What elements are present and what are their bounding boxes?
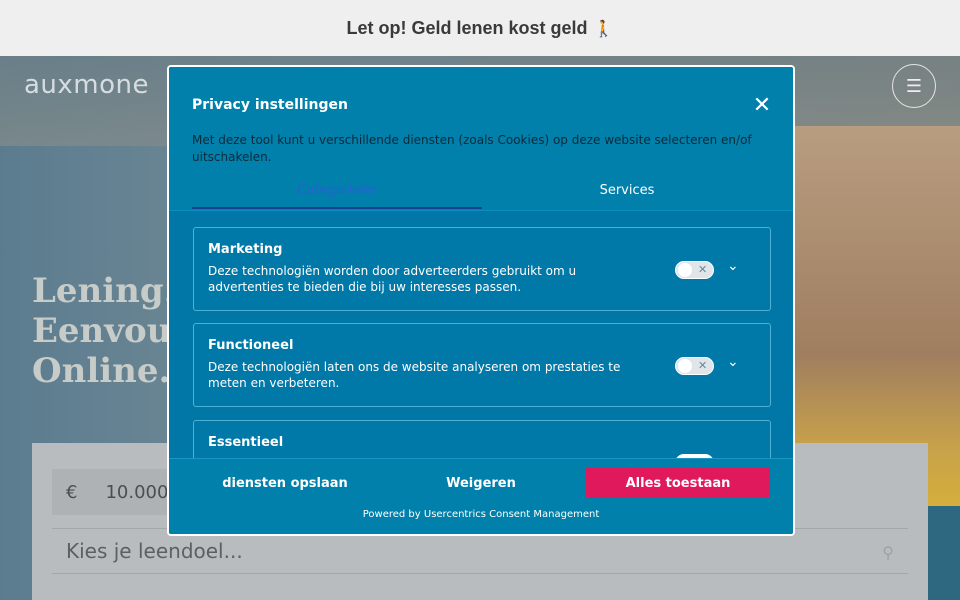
- category-title: Functioneel: [208, 338, 294, 353]
- category-title: Essentieel: [208, 435, 284, 450]
- category-marketing: Marketing Deze technologiën worden door …: [193, 227, 771, 311]
- chevron-down-icon[interactable]: ⌄: [727, 258, 739, 274]
- tab-categories[interactable]: Categorieën: [192, 177, 482, 209]
- banner-text: Let op! Geld lenen kost geld: [346, 17, 588, 38]
- modal-description: Met deze tool kunt u verschillende diens…: [192, 133, 752, 164]
- hero-headline: Lening. Eenvou Online.: [32, 271, 176, 391]
- walking-person-icon: 🚶: [593, 18, 614, 38]
- deny-button[interactable]: Weigeren: [389, 468, 573, 498]
- currency-symbol: €: [66, 481, 78, 503]
- marketing-toggle[interactable]: ✕: [675, 261, 714, 279]
- modal-tabs: Categorieën Services: [192, 177, 772, 209]
- toggle-off-icon: ✕: [698, 263, 708, 276]
- accept-all-button[interactable]: Alles toestaan: [586, 468, 770, 498]
- amount-value: 10.000: [105, 481, 169, 503]
- category-essentieel: Essentieel: [193, 420, 771, 458]
- toggle-off-icon: ✕: [698, 359, 708, 372]
- headline-line: Eenvou: [32, 311, 172, 351]
- close-icon[interactable]: ✕: [751, 95, 773, 117]
- category-description: Deze technologiën laten ons de website a…: [208, 360, 621, 390]
- functioneel-toggle[interactable]: ✕: [675, 357, 714, 375]
- powered-by-link[interactable]: Powered by Usercentrics Consent Manageme…: [169, 509, 793, 520]
- side-strip: [928, 506, 960, 600]
- pin-icon: ⚲: [882, 543, 894, 562]
- privacy-modal: Privacy instellingen ✕ Met deze tool kun…: [167, 65, 795, 536]
- warning-banner: Let op! Geld lenen kost geld 🚶: [0, 0, 960, 56]
- modal-header: Privacy instellingen ✕ Met deze tool kun…: [169, 67, 793, 210]
- headline-line: Online.: [32, 351, 171, 391]
- brand-logo[interactable]: auxmone: [24, 70, 149, 100]
- modal-footer: diensten opslaan Weigeren Alles toestaan…: [169, 458, 793, 534]
- category-functioneel: Functioneel Deze technologiën laten ons …: [193, 323, 771, 407]
- menu-button[interactable]: ☰: [892, 64, 936, 108]
- category-list[interactable]: Marketing Deze technologiën worden door …: [169, 210, 793, 458]
- save-services-button[interactable]: diensten opslaan: [193, 468, 377, 498]
- modal-title: Privacy instellingen: [192, 97, 348, 113]
- category-title: Marketing: [208, 242, 283, 257]
- headline-line: Lening.: [32, 271, 176, 311]
- goal-placeholder: Kies je leendoel...: [66, 539, 243, 563]
- category-description: Deze technologiën worden door adverteerd…: [208, 264, 577, 294]
- chevron-down-icon[interactable]: ⌄: [727, 354, 739, 370]
- toggle-knob: [678, 263, 692, 277]
- toggle-knob: [678, 359, 692, 373]
- amount-field[interactable]: € 10.000: [52, 469, 182, 515]
- hamburger-icon: ☰: [905, 75, 923, 97]
- tab-services[interactable]: Services: [482, 177, 772, 209]
